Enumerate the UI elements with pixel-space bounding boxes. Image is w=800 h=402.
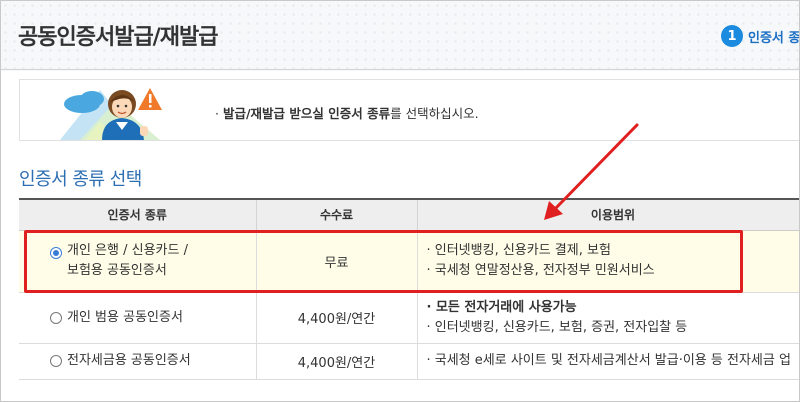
notice-rest-text: 를 선택하십시오. <box>390 106 479 121</box>
notice-box: · 발급/재발급 받으실 인증서 종류를 선택하십시오. <box>19 79 799 141</box>
guide-character-illustration <box>60 88 162 140</box>
page-title: 공동인증서발급/재발급 <box>18 25 218 50</box>
table-header-row: 인증서 종류 수수료 이용범위 <box>19 198 799 231</box>
annotation-highlight-box <box>24 230 743 293</box>
usage-cell: · 모든 전자거래에 사용가능 · 인터넷뱅킹, 신용카드, 보험, 증권, 전… <box>417 292 799 344</box>
cert-type-cell[interactable]: 전자세금용 공동인증서 <box>19 343 257 380</box>
usage-cell: · 국세청 e세로 사이트 및 전자세금계산서 발급·이용 등 전자세금 업 <box>417 343 799 380</box>
step-indicator: 1 인증서 종 <box>721 25 800 47</box>
notice-bold-text: 발급/재발급 받으실 인증서 종류 <box>222 106 391 121</box>
step-label: 인증서 종 <box>748 30 800 46</box>
page-header: 공동인증서발급/재발급 1 인증서 종 <box>1 1 800 71</box>
table-row[interactable]: 전자세금용 공동인증서 4,400원/연간 · 국세청 e세로 사이트 및 전자… <box>19 343 799 380</box>
section-title: 인증서 종류 선택 <box>19 169 142 190</box>
column-header-usage: 이용범위 <box>417 198 799 231</box>
column-header-fee: 수수료 <box>256 198 418 231</box>
usage-line: · 국세청 e세로 사이트 및 전자세금계산서 발급·이용 등 전자세금 업 <box>426 353 791 368</box>
cert-type-cell[interactable]: 개인 범용 공동인증서 <box>19 292 257 344</box>
usage-line-bold: · 모든 전자거래에 사용가능 <box>426 299 577 315</box>
fee-cell: 4,400원/연간 <box>256 343 418 380</box>
page-frame: 공동인증서발급/재발급 1 인증서 종 · 발급/재발급 받으실 인증서 종류를… <box>0 0 800 402</box>
table-row[interactable]: 개인 범용 공동인증서 4,400원/연간 · 모든 전자거래에 사용가능 · … <box>19 292 799 344</box>
column-header-type: 인증서 종류 <box>19 198 257 231</box>
radio-button-personal-general[interactable] <box>50 311 62 324</box>
cert-type-label: 전자세금용 공동인증서 <box>67 353 191 368</box>
cert-type-label: 개인 범용 공동인증서 <box>67 309 183 325</box>
notice-message: · 발급/재발급 받으실 인증서 종류를 선택하십시오. <box>215 103 479 122</box>
step-number-badge: 1 <box>721 25 743 47</box>
header-divider <box>1 69 799 70</box>
radio-button-tax-invoice[interactable] <box>50 354 62 367</box>
notice-bullet: · <box>215 106 219 121</box>
usage-line: · 인터넷뱅킹, 신용카드, 보험, 증권, 전자입찰 등 <box>426 319 688 335</box>
fee-cell: 4,400원/연간 <box>256 292 418 344</box>
